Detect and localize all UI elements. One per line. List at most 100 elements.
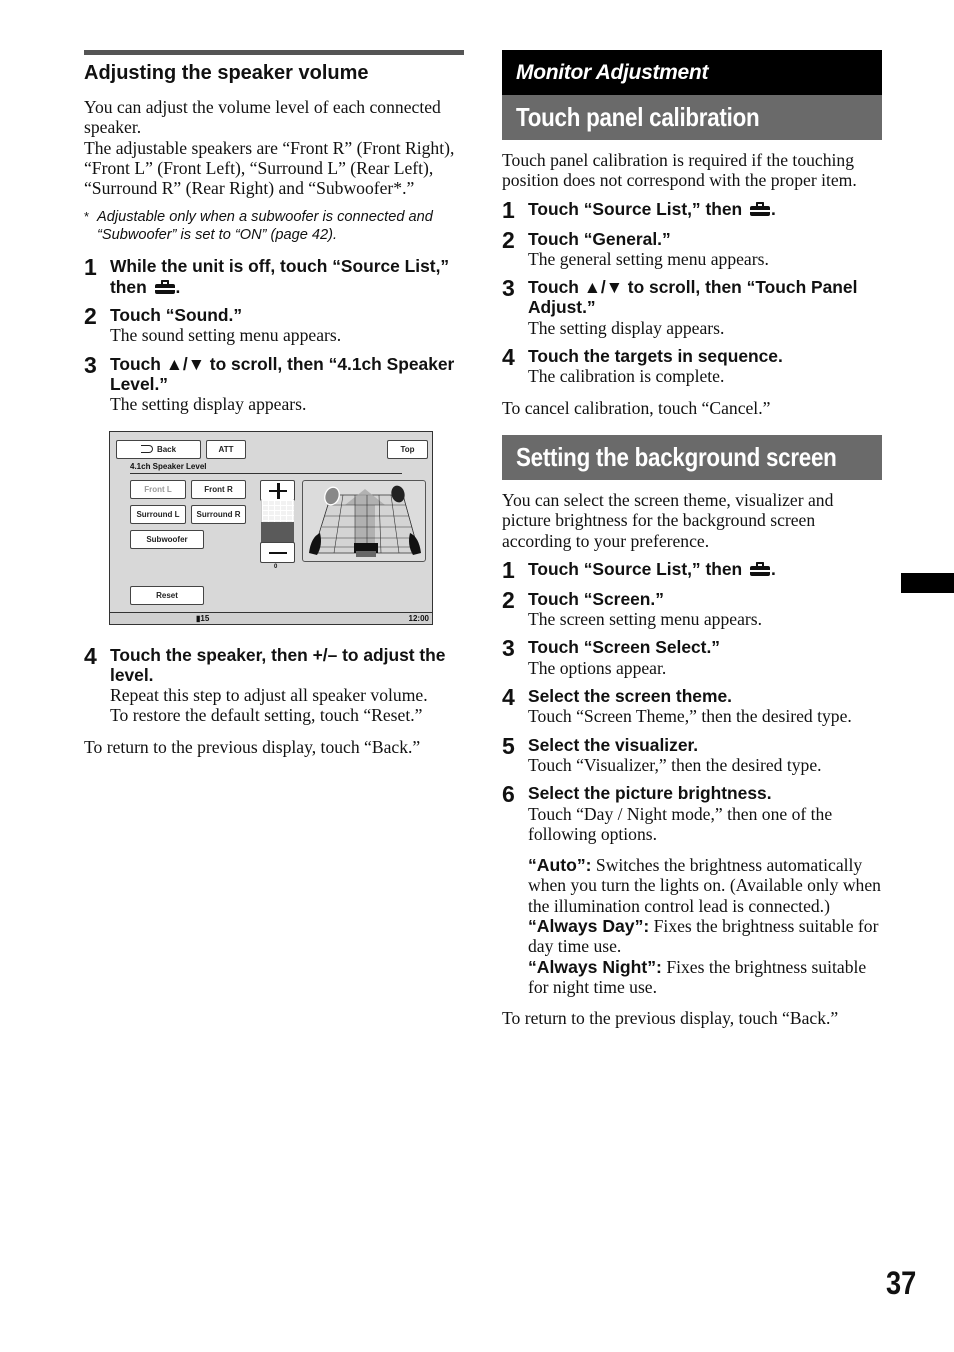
toolbox-icon xyxy=(154,279,176,294)
section-rule xyxy=(84,50,464,55)
step-heading: Touch “Source List,” then . xyxy=(528,559,882,579)
step-4: 4 Touch the speaker, then +/– to adjust … xyxy=(84,642,464,726)
level-grid xyxy=(261,499,294,522)
step-description: Touch “Day / Night mode,” then one of th… xyxy=(528,803,833,844)
option-always-night: “Always Night”: Fixes the brightness sui… xyxy=(528,957,882,998)
step-number: 4 xyxy=(502,344,515,371)
step-heading: Select the picture brightness. xyxy=(528,783,772,804)
step-heading: Touch the speaker, then +/– to adjust th… xyxy=(110,644,446,685)
calibration-step-4: 4 Touch the targets in sequence. The cali… xyxy=(502,346,882,387)
option-label: “Always Night”: xyxy=(528,956,662,977)
level-slider xyxy=(260,479,295,570)
step-number: 1 xyxy=(502,196,515,223)
section-title-touch-panel-calibration: Touch panel calibration xyxy=(502,95,882,140)
option-always-day: “Always Day”: Fixes the brightness suita… xyxy=(528,916,882,957)
step-description: The general setting menu appears. xyxy=(528,248,769,269)
step-heading: Touch ▲/▼ to scroll, then “4.1ch Speaker… xyxy=(110,353,455,394)
toolbox-icon xyxy=(749,561,771,576)
step-heading-end: . xyxy=(771,198,776,219)
top-button: Top xyxy=(387,439,428,459)
calibration-step-1: 1 Touch “Source List,” then . xyxy=(502,196,882,223)
clock: 12:00 xyxy=(408,613,429,623)
background-intro: You can select the screen theme, visuali… xyxy=(502,489,834,551)
calibration-step-2: 2 Touch “General.” The general setting me… xyxy=(502,226,882,270)
section-title-text: Touch panel calibration xyxy=(516,102,760,132)
plus-icon xyxy=(260,479,295,501)
speakers-paragraph: The adjustable speakers are “Front R” (F… xyxy=(84,137,455,199)
step-3: 3 Touch ▲/▼ to scroll, then “4.1ch Speak… xyxy=(84,351,464,415)
outro-paragraph: To return to the previous display, touch… xyxy=(84,736,421,757)
chapter-tab-marker xyxy=(901,573,954,593)
minus-icon xyxy=(260,541,295,563)
background-step-6: 6 Select the picture brightness. Touch “… xyxy=(502,783,882,997)
speaker-front-l-button: Front L xyxy=(130,479,186,499)
step-heading: Select the screen theme. xyxy=(528,686,732,707)
speaker-surround-l-button: Surround L xyxy=(130,504,186,524)
step-heading: While the unit is off, touch “Source Lis… xyxy=(110,256,464,297)
background-step-4: 4 Select the screen theme. Touch “Screen … xyxy=(502,686,882,727)
left-column: Adjusting the speaker volume You can adj… xyxy=(84,50,464,757)
step-description: The screen setting menu appears. xyxy=(528,609,763,630)
step-description: The setting display appears. xyxy=(110,394,307,415)
step-heading: Touch “Screen.” xyxy=(528,588,664,609)
step-heading: Touch “Sound.” xyxy=(110,305,243,326)
option-auto: “Auto”: Switches the brightness automati… xyxy=(528,855,882,916)
step-number: 3 xyxy=(84,351,97,378)
toolbox-icon xyxy=(749,201,771,216)
step-2: 2 Touch “Sound.” The sound setting menu … xyxy=(84,305,464,346)
step-heading-end: . xyxy=(175,276,181,297)
calibration-outro: To cancel calibration, touch “Cancel.” xyxy=(502,397,771,418)
step-heading: Touch “Source List,” then . xyxy=(528,199,882,219)
right-column: Monitor Adjustment Touch panel calibrati… xyxy=(502,50,882,1029)
speaker-layout-diagram xyxy=(302,479,426,562)
section-title-background-screen: Setting the background screen xyxy=(502,434,882,480)
back-button: Back xyxy=(116,439,201,459)
step-description: The sound setting menu appears. xyxy=(110,325,342,346)
step-heading: Touch ▲/▼ to scroll, then “Touch Panel A… xyxy=(528,277,858,318)
back-arrow-icon xyxy=(140,444,153,453)
step-number: 2 xyxy=(84,303,97,330)
step-number: 1 xyxy=(84,254,97,281)
step-heading-end: . xyxy=(771,558,776,579)
step-description: The calibration is complete. xyxy=(528,366,725,387)
step-description: The setting display appears. xyxy=(528,317,725,338)
background-step-1: 1 Touch “Source List,” then . xyxy=(502,558,882,581)
speaker-layout-graphic xyxy=(309,485,421,557)
reset-button: Reset xyxy=(130,585,204,605)
step-number: 3 xyxy=(502,635,515,662)
step-number: 5 xyxy=(502,732,515,759)
footnote: * Adjustable only when a subwoofer is co… xyxy=(84,208,464,244)
speaker-subwoofer-button: Subwoofer xyxy=(130,529,204,549)
intro-paragraph: You can adjust the volume level of each … xyxy=(84,97,441,138)
background-step-5: 5 Select the visualizer. Touch “Visualize… xyxy=(502,732,882,776)
chapter-title: Monitor Adjustment xyxy=(502,50,882,95)
section-title-text: Setting the background screen xyxy=(516,441,837,472)
status-bar: ▮15 12:00 xyxy=(110,611,432,624)
screen-title: 4.1ch Speaker Level xyxy=(130,461,207,471)
step-description: The options appear. xyxy=(528,657,667,678)
volume-value: 15 xyxy=(200,613,210,623)
level-fill xyxy=(261,521,294,544)
footnote-text: Adjustable only when a subwoofer is conn… xyxy=(97,209,433,244)
step-description: Touch “Visualizer,” then the desired typ… xyxy=(528,754,822,775)
step-number: 3 xyxy=(502,275,515,302)
step-1: 1 While the unit is off, touch “Source L… xyxy=(84,256,464,297)
speaker-level-screen-illustration: Back ATT Top 4.1ch Speaker Level Front L… xyxy=(109,430,433,625)
volume-indicator: ▮15 xyxy=(196,613,209,624)
calibration-intro: Touch panel calibration is required if t… xyxy=(502,150,857,191)
title-divider xyxy=(130,472,402,474)
step-heading-text: Touch “Source List,” then xyxy=(528,198,748,219)
att-button: ATT xyxy=(206,439,246,459)
step-description: Repeat this step to adjust all speaker v… xyxy=(110,685,428,706)
step-heading: Touch “General.” xyxy=(528,228,671,249)
step-description: Touch “Screen Theme,” then the desired t… xyxy=(528,706,852,727)
background-outro: To return to the previous display, touch… xyxy=(502,1008,839,1029)
level-value: 0 xyxy=(274,563,278,570)
step-heading: Touch “Screen Select.” xyxy=(528,637,721,658)
back-label: Back xyxy=(156,444,177,454)
step-heading: Touch the targets in sequence. xyxy=(528,346,783,367)
step-number: 2 xyxy=(502,226,515,253)
step-number: 4 xyxy=(84,642,97,669)
step-description: To restore the default setting, touch “R… xyxy=(110,705,423,726)
step-number: 6 xyxy=(502,781,515,808)
